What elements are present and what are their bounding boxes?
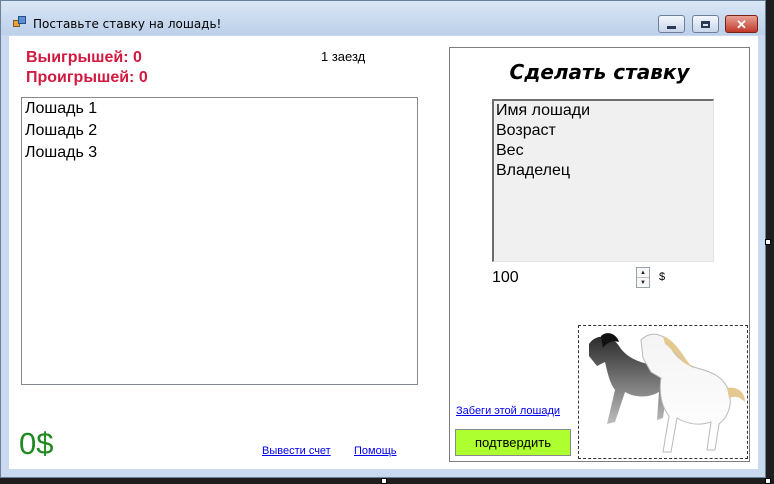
- horse-races-link[interactable]: Забеги этой лошади: [456, 405, 560, 417]
- horse-age-field: Возраст: [496, 122, 556, 139]
- resize-handle-right[interactable]: [765, 239, 771, 245]
- horse-weight-field: Вес: [496, 142, 524, 159]
- form-client-area: Выигрышей: 0 Проигрышей: 0 1 заезд Лошад…: [9, 36, 758, 469]
- horse-list-item[interactable]: Лошадь 3: [22, 142, 417, 164]
- minimize-icon: [667, 25, 676, 29]
- close-button[interactable]: ✕: [725, 15, 758, 33]
- minimize-button[interactable]: [658, 15, 685, 33]
- withdraw-link[interactable]: Вывести счет: [262, 445, 331, 457]
- horses-illustration: [589, 333, 745, 453]
- title-bar[interactable]: Поставьте ставку на лошадь! ✕: [1, 1, 765, 35]
- horse-info-box: Имя лошади Возраст Вес Владелец: [492, 99, 714, 262]
- app-icon: [13, 16, 27, 28]
- currency-label: $: [659, 271, 666, 283]
- race-number-label: 1 заезд: [321, 49, 366, 64]
- app-window: Поставьте ставку на лошадь! ✕ Выигрышей:…: [0, 0, 766, 478]
- horse-listbox[interactable]: Лошадь 1 Лошадь 2 Лошадь 3: [21, 97, 418, 385]
- resize-handle-bottom[interactable]: [381, 478, 387, 484]
- bet-panel: Сделать ставку Имя лошади Возраст Вес Вл…: [449, 47, 750, 462]
- horse-owner-field: Владелец: [496, 162, 571, 179]
- close-icon: ✕: [736, 16, 747, 32]
- wins-label: Выигрышей: 0: [26, 49, 142, 66]
- maximize-button[interactable]: [692, 15, 719, 33]
- confirm-button[interactable]: подтвердить: [455, 429, 571, 456]
- window-title: Поставьте ставку на лошадь!: [33, 17, 222, 31]
- stepper-up-icon[interactable]: ▲: [637, 268, 649, 278]
- horse-list-item[interactable]: Лошадь 2: [22, 120, 417, 142]
- stepper-down-icon[interactable]: ▼: [637, 278, 649, 287]
- maximize-icon: [701, 20, 710, 28]
- horse-name-field: Имя лошади: [496, 102, 591, 119]
- help-link[interactable]: Помощь: [354, 445, 397, 457]
- bet-amount-input[interactable]: 100: [492, 269, 519, 287]
- bet-amount-stepper[interactable]: ▲ ▼: [636, 267, 650, 288]
- resize-handle-corner[interactable]: [765, 478, 771, 484]
- balance-label: 0$: [19, 426, 54, 461]
- horses-image: [578, 325, 748, 459]
- losses-label: Проигрышей: 0: [26, 69, 148, 86]
- bet-title: Сделать ставку: [509, 60, 690, 84]
- horse-list-item[interactable]: Лошадь 1: [22, 98, 417, 120]
